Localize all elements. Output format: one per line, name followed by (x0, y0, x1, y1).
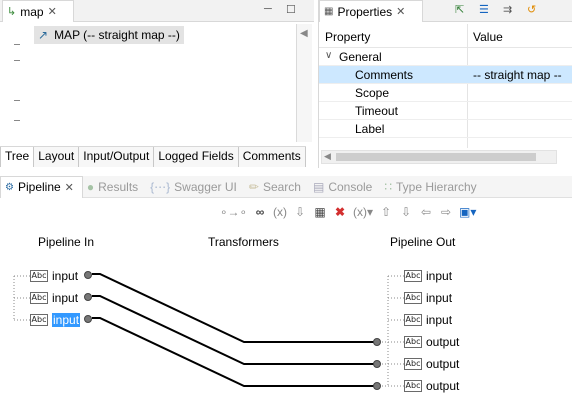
pipeline-out-field[interactable]: Abc output (404, 377, 459, 395)
pipeline-in-field[interactable]: Abc input (30, 289, 78, 307)
string-field-icon: Abc (404, 358, 422, 370)
pipeline-out-field[interactable]: Abc output (404, 355, 459, 373)
field-label: output (426, 357, 460, 371)
pipeline-in-field[interactable]: Abc input (30, 267, 78, 285)
map-link[interactable] (92, 295, 376, 365)
string-field-icon: Abc (404, 270, 422, 282)
string-field-icon: Abc (404, 380, 422, 392)
pipeline-out-field[interactable]: Abc input (404, 289, 452, 307)
pipeline-links (13, 273, 404, 387)
string-field-icon: Abc (30, 292, 48, 304)
string-field-icon: Abc (404, 314, 422, 326)
connector-handle[interactable] (373, 382, 381, 390)
connector-handle[interactable] (373, 360, 381, 368)
pipeline-in-field-selected[interactable]: Abc input (30, 311, 81, 329)
field-label: input (52, 313, 81, 327)
pipeline-out-field[interactable]: Abc output (404, 333, 459, 351)
pipeline-out-field[interactable]: Abc input (404, 267, 452, 285)
connector-handle[interactable] (84, 271, 92, 279)
connector-handle[interactable] (373, 338, 381, 346)
string-field-icon: Abc (30, 270, 48, 282)
field-label: input (426, 269, 453, 283)
field-label: input (426, 313, 453, 327)
connector-handle[interactable] (84, 315, 92, 323)
map-link[interactable] (92, 317, 376, 387)
field-label: input (426, 291, 453, 305)
pipeline-out-field[interactable]: Abc input (404, 311, 452, 329)
field-label: input (52, 269, 79, 283)
field-label: output (426, 379, 460, 393)
connector-handle[interactable] (84, 293, 92, 301)
string-field-icon: Abc (30, 314, 48, 326)
field-label: input (52, 291, 79, 305)
string-field-icon: Abc (404, 292, 422, 304)
field-label: output (426, 335, 460, 349)
string-field-icon: Abc (404, 336, 422, 348)
map-link[interactable] (92, 273, 376, 343)
